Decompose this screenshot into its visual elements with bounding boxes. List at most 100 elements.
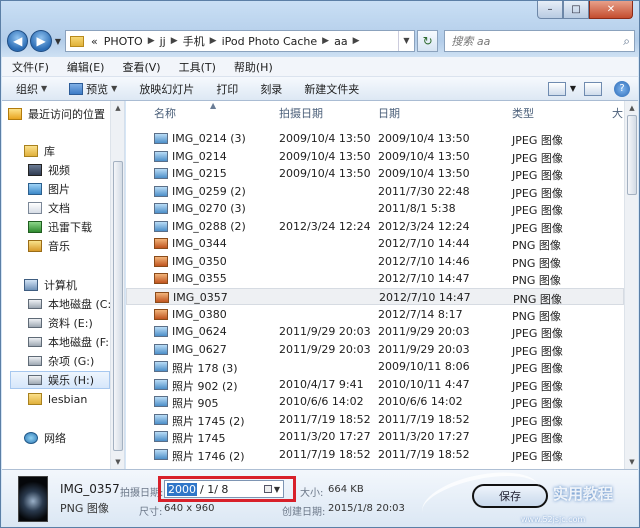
- video-library-icon: [28, 164, 42, 176]
- file-row[interactable]: IMG_0214 2009/10/4 13:50 2009/10/4 13:50 JP…: [126, 148, 624, 166]
- nav-scroll-thumb[interactable]: [113, 161, 123, 451]
- print-button[interactable]: 打印: [216, 81, 238, 97]
- chevron-right-icon[interactable]: ▶: [320, 36, 331, 46]
- column-taken-date[interactable]: 拍摄日期: [279, 101, 323, 125]
- file-row[interactable]: IMG_0624 2011/9/29 20:03 2011/9/29 20:03 JP…: [126, 323, 624, 341]
- column-name[interactable]: 名称: [154, 101, 176, 125]
- created-date-label: 创建日期:: [282, 507, 326, 518]
- organize-button[interactable]: 组织 ▼: [16, 81, 47, 97]
- nav-drive-g[interactable]: 杂项 (G:): [28, 352, 94, 370]
- column-size[interactable]: 大: [612, 101, 623, 125]
- breadcrumb-jj[interactable]: jj: [157, 35, 169, 48]
- file-name: IMG_0270 (3): [172, 202, 246, 216]
- file-date: 2012/7/10 14:47: [379, 290, 471, 304]
- file-row[interactable]: IMG_0627 2011/9/29 20:03 2011/9/29 20:03 JP…: [126, 341, 624, 359]
- address-dropdown-icon[interactable]: ▼: [398, 31, 414, 51]
- file-taken-date: 2012/3/24 12:24: [279, 219, 371, 233]
- slideshow-button[interactable]: 放映幻灯片: [139, 81, 194, 97]
- file-row[interactable]: IMG_0259 (2) 2011/7/30 22:48 JPEG 图像: [126, 183, 624, 201]
- nav-recent[interactable]: 最近访问的位置: [8, 105, 105, 123]
- nav-documents[interactable]: 文档: [28, 199, 70, 217]
- file-row[interactable]: 照片 905 2010/6/6 14:02 2010/6/6 14:02 JPEG 图…: [126, 393, 624, 411]
- file-row[interactable]: 照片 1745 (2) 2011/7/19 18:52 2011/7/19 18:5…: [126, 411, 624, 429]
- breadcrumb-phone[interactable]: 手机: [180, 33, 208, 49]
- nav-computer[interactable]: 计算机: [24, 276, 77, 294]
- nav-network[interactable]: 网络: [24, 429, 66, 447]
- minimize-button[interactable]: –: [537, 1, 563, 19]
- new-folder-button[interactable]: 新建文件夹: [304, 81, 359, 97]
- nav-lesbian[interactable]: lesbian: [28, 390, 87, 408]
- file-row[interactable]: IMG_0380 2012/7/14 8:17 PNG 图像: [126, 306, 624, 324]
- taken-date-label: 拍摄日期:: [120, 488, 164, 499]
- folder-icon: [28, 393, 42, 405]
- search-icon[interactable]: ⌕: [623, 34, 630, 49]
- preview-pane-icon[interactable]: [584, 81, 602, 96]
- breadcrumb-overflow[interactable]: «: [88, 35, 101, 48]
- close-button[interactable]: ✕: [589, 1, 633, 19]
- scroll-down-icon[interactable]: ▼: [625, 455, 638, 469]
- file-row[interactable]: 照片 178 (3) 2009/10/11 8:06 JPEG 图像: [126, 358, 624, 376]
- chevron-right-icon[interactable]: ▶: [351, 36, 362, 46]
- file-date: 2010/10/11 4:47: [378, 377, 470, 391]
- menu-view[interactable]: 查看(V): [122, 59, 160, 75]
- preview-button[interactable]: 预览 ▼: [69, 81, 117, 97]
- chevron-right-icon[interactable]: ▶: [208, 36, 219, 46]
- scroll-up-icon[interactable]: ▲: [111, 101, 124, 115]
- forward-button[interactable]: ▶: [30, 30, 52, 52]
- file-row[interactable]: 照片 1746 (2) 2011/7/19 18:52 2011/7/19 18:5…: [126, 446, 624, 464]
- file-row[interactable]: IMG_0288 (2) 2012/3/24 12:24 2012/3/24 12:…: [126, 218, 624, 236]
- file-taken-date: 2011/9/29 20:03: [279, 342, 371, 356]
- drive-icon: [28, 375, 42, 385]
- nav-libraries[interactable]: 库: [24, 142, 55, 160]
- file-type: PNG 图像: [512, 239, 561, 253]
- list-scrollbar[interactable]: ▲ ▼: [624, 101, 638, 469]
- file-type: JPEG 图像: [512, 134, 563, 147]
- file-row[interactable]: 照片 1745 2011/3/20 17:27 2011/3/20 17:27 JPE…: [126, 428, 624, 446]
- search-input[interactable]: [451, 34, 612, 48]
- column-date[interactable]: 日期: [378, 101, 400, 125]
- file-thumbnail: [18, 476, 48, 522]
- maximize-button[interactable]: □: [563, 1, 589, 19]
- burn-button[interactable]: 刻录: [260, 81, 282, 97]
- nav-scrollbar[interactable]: ▲ ▼: [110, 101, 124, 469]
- breadcrumb-aa[interactable]: aa: [331, 35, 350, 48]
- nav-pictures[interactable]: 图片: [28, 180, 70, 198]
- file-row[interactable]: IMG_0355 2012/7/10 14:47 PNG 图像: [126, 270, 624, 288]
- chevron-right-icon[interactable]: ▶: [146, 36, 157, 46]
- nav-drive-c[interactable]: 本地磁盘 (C:): [28, 295, 115, 313]
- breadcrumb-photo[interactable]: PHOTO: [101, 35, 146, 48]
- file-row[interactable]: IMG_0344 2012/7/10 14:44 PNG 图像: [126, 235, 624, 253]
- menu-file[interactable]: 文件(F): [12, 59, 49, 75]
- history-dropdown-icon[interactable]: ▼: [55, 37, 61, 46]
- file-row[interactable]: IMG_0270 (3) 2011/8/1 5:38 JPEG 图像: [126, 200, 624, 218]
- refresh-button[interactable]: ↻: [417, 30, 439, 52]
- back-button[interactable]: ◀: [7, 30, 29, 52]
- scroll-up-icon[interactable]: ▲: [625, 101, 638, 115]
- view-options-icon[interactable]: [547, 81, 566, 96]
- file-row[interactable]: 照片 902 (2) 2010/4/17 9:41 2010/10/11 4:47 J…: [126, 376, 624, 394]
- address-bar[interactable]: « PHOTO ▶ jj ▶ 手机 ▶ iPod Photo Cache ▶ a…: [65, 30, 415, 52]
- nav-video[interactable]: 视频: [28, 161, 70, 179]
- nav-thunder[interactable]: 迅雷下载: [28, 218, 92, 236]
- menu-edit[interactable]: 编辑(E): [67, 59, 105, 75]
- file-taken-date: 2009/10/4 13:50: [279, 167, 371, 181]
- search-box[interactable]: ⌕: [444, 30, 635, 52]
- file-row[interactable]: IMG_0214 (3) 2009/10/4 13:50 2009/10/4 13:…: [126, 130, 624, 148]
- menu-tools[interactable]: 工具(T): [179, 59, 216, 75]
- breadcrumb-ipod-cache[interactable]: iPod Photo Cache: [219, 35, 321, 48]
- help-icon[interactable]: ?: [614, 80, 630, 97]
- view-dropdown-icon[interactable]: ▼: [570, 84, 576, 93]
- file-row[interactable]: IMG_0357 2012/7/10 14:47 PNG 图像: [126, 287, 624, 306]
- scroll-down-icon[interactable]: ▼: [111, 455, 124, 469]
- menu-help[interactable]: 帮助(H): [234, 59, 273, 75]
- nav-drive-e[interactable]: 资料 (E:): [28, 314, 93, 332]
- file-row[interactable]: IMG_0350 2012/7/10 14:46 PNG 图像: [126, 253, 624, 271]
- column-type[interactable]: 类型: [512, 101, 534, 125]
- jpeg-file-icon: [154, 203, 168, 215]
- file-row[interactable]: IMG_0215 2009/10/4 13:50 2009/10/4 13:50 JP…: [126, 165, 624, 183]
- nav-music[interactable]: 音乐: [28, 237, 70, 255]
- list-scroll-thumb[interactable]: [627, 115, 637, 195]
- chevron-right-icon[interactable]: ▶: [169, 36, 180, 46]
- nav-drive-f[interactable]: 本地磁盘 (F:): [28, 333, 113, 351]
- nav-drive-h[interactable]: 娱乐 (H:): [10, 371, 110, 389]
